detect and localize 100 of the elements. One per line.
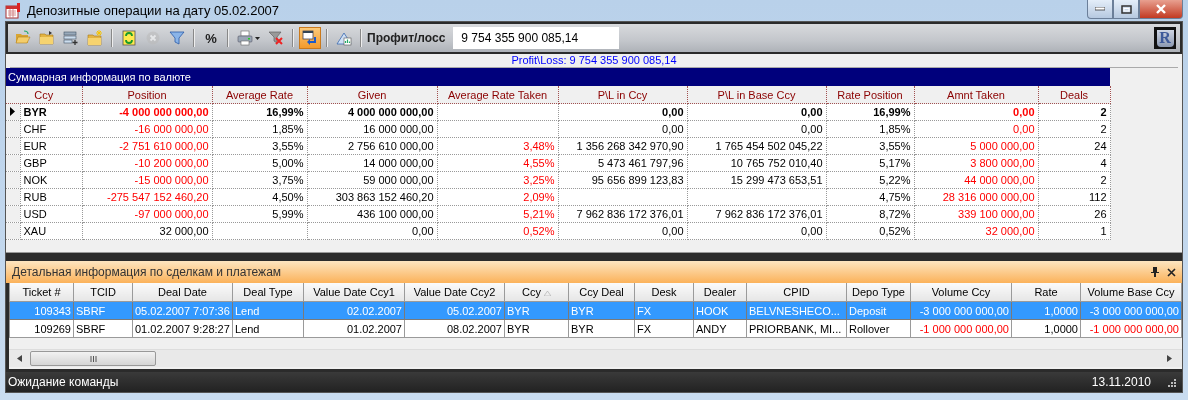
column-header[interactable]: Given: [307, 86, 437, 104]
table-cell: 28 316 000 000,00: [914, 188, 1038, 206]
table-cell: 7 962 836 172 376,01: [687, 205, 826, 223]
table-cell: 01.02.2007 9:28:27: [132, 319, 233, 338]
table-cell: 3,48%: [437, 137, 558, 155]
column-header[interactable]: Volume Ccy: [910, 283, 1012, 302]
table-cell: 95 656 899 123,83: [558, 171, 687, 189]
table-cell: -10 200 000,00: [82, 154, 212, 172]
table-cell: 5 000 000,00: [914, 137, 1038, 155]
table-cell: 32 000,00: [914, 222, 1038, 240]
table-cell: 0,00: [914, 103, 1038, 121]
table-cell: 3,55%: [826, 137, 914, 155]
horizontal-scrollbar[interactable]: [9, 349, 1182, 367]
table-cell: Rollover: [846, 319, 911, 338]
table-cell: 14 000 000,00: [307, 154, 437, 172]
table-cell: 436 100 000,00: [307, 205, 437, 223]
status-date: 13.11.2010: [1091, 375, 1151, 389]
table-cell: -4 000 000 000,00: [82, 103, 212, 121]
table-cell: 0,00: [558, 103, 687, 121]
refresh-icon: [121, 30, 137, 46]
scroll-thumb[interactable]: [30, 351, 156, 366]
table-cell: 1 765 454 502 045,22: [687, 137, 826, 155]
window-swap-icon: [302, 30, 318, 46]
profit-field[interactable]: 9 754 355 900 085,14: [453, 27, 620, 49]
filter-icon: [169, 30, 185, 46]
table-cell: ANDY: [693, 319, 747, 338]
table-cell: 0,00: [687, 120, 826, 138]
table-cell: USD: [20, 205, 82, 223]
table-cell: BYR: [504, 319, 569, 338]
grip-icon: [89, 355, 97, 362]
scroll-left-icon[interactable]: [17, 355, 22, 362]
pin-icon[interactable]: [1151, 267, 1159, 277]
app-icon: [5, 2, 21, 19]
table-cell: 5,21%: [437, 205, 558, 223]
table-cell: 4,50%: [212, 188, 307, 206]
table-cell: CHF: [20, 120, 82, 138]
column-header[interactable]: Ccy Deal: [568, 283, 635, 302]
table-cell: 1,85%: [826, 120, 914, 138]
table-cell: BYR: [568, 319, 635, 338]
column-header[interactable]: Value Date Ccy1: [303, 283, 405, 302]
sort-arrow-icon: [544, 291, 551, 296]
maximize-icon: [1120, 4, 1132, 14]
table-cell: 16,99%: [826, 103, 914, 121]
table-cell: 2: [1038, 103, 1110, 121]
column-header[interactable]: Volume Base Ccy: [1080, 283, 1182, 302]
column-header[interactable]: P\L in Base Ccy: [687, 86, 826, 104]
table-cell: 1: [1038, 222, 1110, 240]
table-cell: 4: [1038, 154, 1110, 172]
close-icon[interactable]: [1167, 267, 1176, 277]
table-cell: 4,55%: [437, 154, 558, 172]
column-header[interactable]: Amnt Taken: [914, 86, 1038, 104]
table-cell: Lend: [232, 319, 304, 338]
column-header[interactable]: Dealer: [693, 283, 747, 302]
column-header[interactable]: TCID: [73, 283, 133, 302]
column-header[interactable]: P\L in Ccy: [558, 86, 687, 104]
table-cell: 0,52%: [826, 222, 914, 240]
table-cell: 16,99%: [212, 103, 307, 121]
table-cell: 24: [1038, 137, 1110, 155]
table-cell: 0,00: [558, 120, 687, 138]
column-header[interactable]: Ccy: [504, 283, 569, 302]
table-cell: XAU: [20, 222, 82, 240]
column-header[interactable]: Desk: [634, 283, 694, 302]
column-header[interactable]: Position: [82, 86, 212, 104]
column-header[interactable]: CPID: [746, 283, 847, 302]
column-header[interactable]: Value Date Ccy2: [404, 283, 505, 302]
table-cell: 339 100 000,00: [914, 205, 1038, 223]
table-cell: 7 962 836 172 376,01: [558, 205, 687, 223]
maximize-button[interactable]: [1113, 0, 1139, 19]
toolbar-button[interactable]: [299, 27, 321, 49]
table-cell: -97 000 000,00: [82, 205, 212, 223]
table-cell: GBP: [20, 154, 82, 172]
table-cell: 112: [1038, 188, 1110, 206]
column-header[interactable]: Rate: [1011, 283, 1081, 302]
column-header[interactable]: Depo Type: [846, 283, 911, 302]
table-cell: -2 751 610 000,00: [82, 137, 212, 155]
profit-label: Профит/лосс: [367, 31, 446, 45]
table-cell: 3,55%: [212, 137, 307, 155]
table-cell: 5,17%: [826, 154, 914, 172]
table-cell: 303 863 152 460,20: [307, 188, 437, 206]
resize-grip-icon[interactable]: [1167, 377, 1176, 387]
column-header[interactable]: Deals: [1038, 86, 1110, 104]
column-header[interactable]: Average Rate: [212, 86, 307, 104]
table-cell: -275 547 152 460,20: [82, 188, 212, 206]
table-cell: 0,00: [687, 103, 826, 121]
table-cell: 4 000 000 000,00: [307, 103, 437, 121]
column-header[interactable]: Average Rate Taken: [437, 86, 558, 104]
column-header[interactable]: Deal Type: [232, 283, 304, 302]
column-header[interactable]: Deal Date: [132, 283, 233, 302]
add-rows-icon: [63, 30, 79, 46]
close-button[interactable]: [1139, 0, 1183, 19]
percent-button[interactable]: %: [200, 27, 222, 49]
column-header[interactable]: Ticket #: [9, 283, 74, 302]
panel-header: Детальная информация по сделкам и платежам: [12, 265, 283, 279]
table-cell: 1 356 268 342 970,90: [558, 137, 687, 155]
table-cell: 2,09%: [437, 188, 558, 206]
table-cell: 4,75%: [826, 188, 914, 206]
scroll-right-icon[interactable]: [1167, 355, 1172, 362]
column-header[interactable]: Ccy: [6, 86, 82, 104]
minimize-button[interactable]: [1087, 0, 1113, 19]
column-header[interactable]: Rate Position: [826, 86, 914, 104]
